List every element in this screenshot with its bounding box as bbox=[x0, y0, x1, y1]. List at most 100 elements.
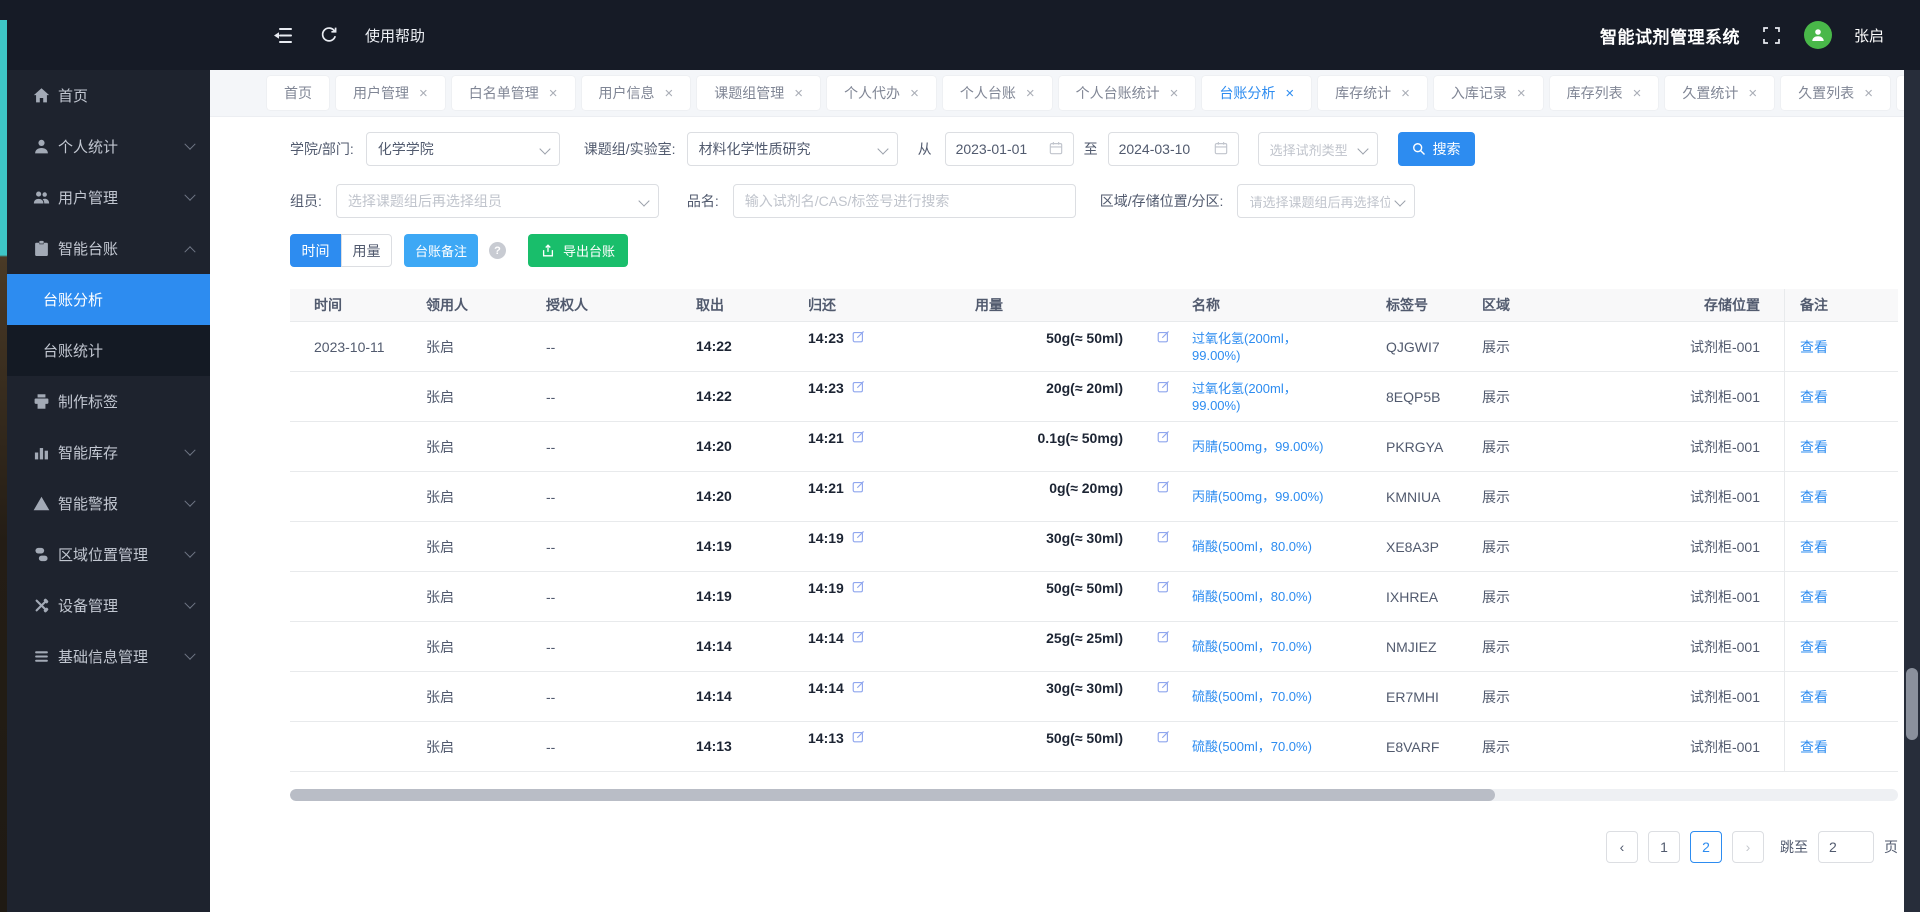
search-button[interactable]: 搜索 bbox=[1397, 132, 1475, 166]
product-name-input[interactable] bbox=[732, 184, 1076, 218]
edit-icon[interactable] bbox=[1157, 530, 1170, 543]
edit-icon[interactable] bbox=[1157, 430, 1170, 443]
tab-close-icon[interactable]: × bbox=[794, 86, 803, 101]
sidebar-item-user-mgmt[interactable]: 用户管理 bbox=[0, 172, 210, 223]
horizontal-scrollbar[interactable] bbox=[290, 789, 1898, 801]
to-date-input[interactable]: 2024-03-10 bbox=[1107, 132, 1239, 166]
edit-icon[interactable] bbox=[852, 380, 865, 393]
sidebar-item-make-label[interactable]: 制作标签 bbox=[0, 376, 210, 427]
edit-icon[interactable] bbox=[1157, 680, 1170, 693]
member-select[interactable]: 选择课题组后再选择组员 bbox=[335, 184, 659, 218]
sidebar-item-home[interactable]: 首页 bbox=[0, 70, 210, 121]
group-select[interactable]: 材料化学性质研究 bbox=[686, 132, 898, 166]
edit-icon[interactable] bbox=[1157, 330, 1170, 343]
horizontal-scrollbar-thumb[interactable] bbox=[290, 789, 1495, 801]
ledger-remark-button[interactable]: 台账备注 bbox=[404, 234, 479, 267]
tab[interactable]: 首页 × bbox=[267, 76, 329, 110]
edit-icon[interactable] bbox=[852, 580, 865, 593]
fullscreen-icon[interactable] bbox=[1762, 25, 1782, 45]
sidebar-item-smart-ledger[interactable]: 智能台账 bbox=[0, 223, 210, 274]
collapse-menu-icon[interactable] bbox=[273, 25, 293, 45]
tab-close-icon[interactable]: × bbox=[1517, 86, 1526, 101]
view-link[interactable]: 查看 bbox=[1800, 737, 1828, 757]
tab-close-icon[interactable]: × bbox=[910, 86, 919, 101]
from-date-input[interactable]: 2023-01-01 bbox=[944, 132, 1074, 166]
sidebar-item-ledger-stats[interactable]: 台账统计 bbox=[0, 325, 210, 376]
reagent-name-link[interactable]: 丙腈(500mg，99.00%) bbox=[1192, 488, 1324, 505]
page-button-1[interactable]: 1 bbox=[1648, 831, 1680, 863]
reagent-name-link[interactable]: 过氧化氢(200ml，99.00%) bbox=[1192, 330, 1336, 364]
tab[interactable]: 台账分析 × bbox=[1202, 76, 1312, 110]
tab[interactable]: 个人台账 × bbox=[942, 76, 1052, 110]
reagent-name-link[interactable]: 丙腈(500mg，99.00%) bbox=[1192, 438, 1324, 455]
tab-close-icon[interactable]: × bbox=[1633, 86, 1642, 101]
time-mode-button[interactable]: 时间 bbox=[290, 234, 341, 267]
reagent-name-link[interactable]: 过氧化氢(200ml，99.00%) bbox=[1192, 380, 1336, 414]
edit-icon[interactable] bbox=[852, 330, 865, 343]
edit-icon[interactable] bbox=[1157, 730, 1170, 743]
reagent-name-link[interactable]: 硝酸(500ml，80.0%) bbox=[1192, 588, 1312, 605]
refresh-icon[interactable] bbox=[319, 25, 339, 45]
edit-icon[interactable] bbox=[852, 680, 865, 693]
view-link[interactable]: 查看 bbox=[1800, 487, 1828, 507]
college-select[interactable]: 化学学院 bbox=[365, 132, 560, 166]
view-link[interactable]: 查看 bbox=[1800, 537, 1828, 557]
usage-mode-button[interactable]: 用量 bbox=[341, 234, 392, 267]
prev-page-button[interactable]: ‹ bbox=[1606, 831, 1638, 863]
vertical-scrollbar[interactable] bbox=[1904, 70, 1920, 912]
edit-icon[interactable] bbox=[1157, 630, 1170, 643]
page-button-2[interactable]: 2 bbox=[1690, 831, 1722, 863]
edit-icon[interactable] bbox=[1157, 380, 1170, 393]
help-link[interactable]: 使用帮助 bbox=[365, 25, 425, 46]
tab[interactable]: 库存列表 × bbox=[1549, 76, 1659, 110]
tab-close-icon[interactable]: × bbox=[1748, 86, 1757, 101]
view-link[interactable]: 查看 bbox=[1800, 637, 1828, 657]
tab-close-icon[interactable]: × bbox=[1170, 86, 1179, 101]
tab[interactable]: 库存统计 × bbox=[1318, 76, 1427, 110]
view-link[interactable]: 查看 bbox=[1800, 337, 1828, 357]
sidebar-item-base-info[interactable]: 基础信息管理 bbox=[0, 631, 210, 682]
view-link[interactable]: 查看 bbox=[1800, 587, 1828, 607]
edit-icon[interactable] bbox=[1157, 480, 1170, 493]
tab-close-icon[interactable]: × bbox=[665, 86, 674, 101]
sidebar-item-smart-inventory[interactable]: 智能库存 bbox=[0, 427, 210, 478]
edit-icon[interactable] bbox=[852, 730, 865, 743]
reagent-name-link[interactable]: 硫酸(500ml，70.0%) bbox=[1192, 688, 1312, 705]
jump-page-input[interactable] bbox=[1818, 831, 1874, 863]
tab[interactable]: 个人代办 × bbox=[827, 76, 936, 110]
edit-icon[interactable] bbox=[852, 430, 865, 443]
reagent-name-link[interactable]: 硝酸(500ml，80.0%) bbox=[1192, 538, 1312, 555]
sidebar-item-region-mgmt[interactable]: 区域位置管理 bbox=[0, 529, 210, 580]
user-avatar[interactable] bbox=[1803, 21, 1832, 49]
tab[interactable]: 入库记录 × bbox=[1433, 76, 1543, 110]
sidebar-item-ledger-analysis[interactable]: 台账分析 bbox=[0, 274, 210, 325]
tab-close-icon[interactable]: × bbox=[1401, 86, 1410, 101]
tab[interactable]: 个人台账统计 × bbox=[1058, 76, 1196, 110]
tab[interactable]: 用户管理 × bbox=[336, 76, 445, 110]
view-link[interactable]: 查看 bbox=[1800, 687, 1828, 707]
edit-icon[interactable] bbox=[852, 530, 865, 543]
tab[interactable]: 久置统计 × bbox=[1665, 76, 1775, 110]
tab-close-icon[interactable]: × bbox=[549, 86, 558, 101]
tab-close-icon[interactable]: × bbox=[419, 86, 428, 101]
sidebar-item-smart-alarm[interactable]: 智能警报 bbox=[0, 478, 210, 529]
view-link[interactable]: 查看 bbox=[1800, 437, 1828, 457]
vertical-scrollbar-thumb[interactable] bbox=[1906, 668, 1918, 740]
edit-icon[interactable] bbox=[852, 630, 865, 643]
tab[interactable]: 课题组管理 × bbox=[697, 76, 821, 110]
username[interactable]: 张启 bbox=[1854, 25, 1884, 46]
next-page-button[interactable]: › bbox=[1732, 831, 1764, 863]
help-badge[interactable]: ? bbox=[489, 242, 507, 259]
view-link[interactable]: 查看 bbox=[1800, 387, 1828, 407]
sidebar-item-personal-stats[interactable]: 个人统计 bbox=[0, 121, 210, 172]
reagent-name-link[interactable]: 硫酸(500ml，70.0%) bbox=[1192, 738, 1312, 755]
tab-close-icon[interactable]: × bbox=[1864, 86, 1873, 101]
reagent-name-link[interactable]: 硫酸(500ml，70.0%) bbox=[1192, 638, 1312, 655]
export-ledger-button[interactable]: 导出台账 bbox=[528, 234, 629, 267]
edit-icon[interactable] bbox=[1157, 580, 1170, 593]
tab-close-icon[interactable]: × bbox=[1285, 86, 1294, 101]
tab[interactable]: 用户信息 × bbox=[581, 76, 691, 110]
tab[interactable]: 久置列表 × bbox=[1781, 76, 1890, 110]
edit-icon[interactable] bbox=[852, 480, 865, 493]
tab[interactable]: 白名单管理 × bbox=[451, 76, 575, 110]
